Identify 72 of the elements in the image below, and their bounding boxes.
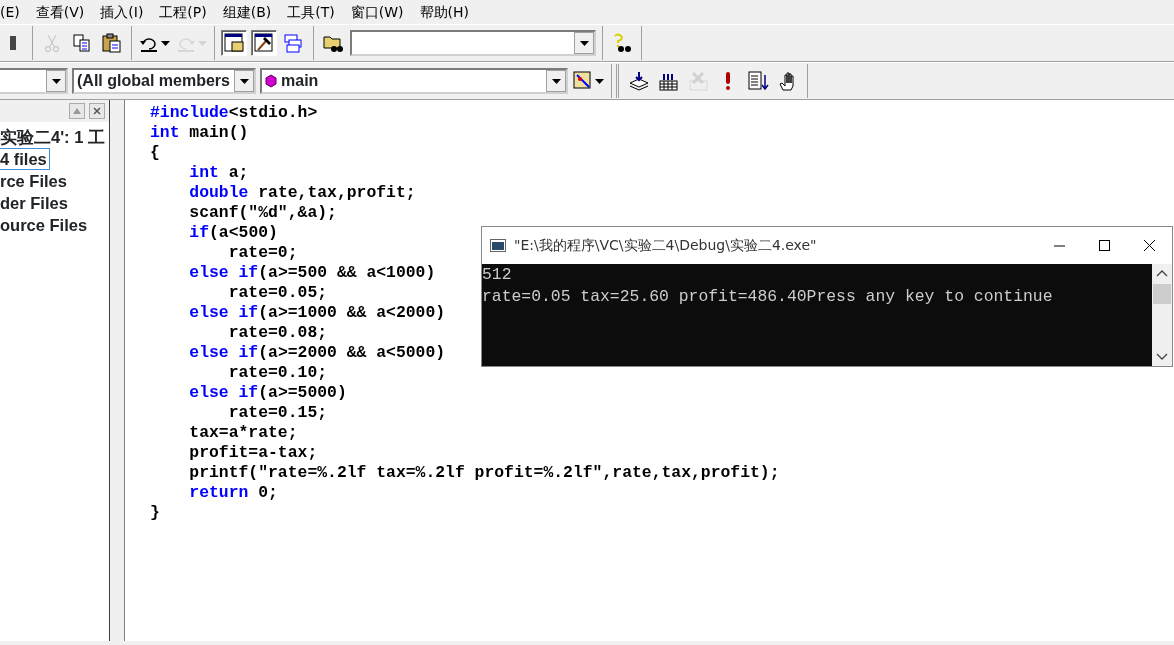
- code-line: else if(a>=1000 && a<2000): [188, 303, 446, 323]
- code-line: tax=a*rate;: [188, 423, 298, 443]
- code-line: return 0;: [188, 483, 278, 503]
- class-combo[interactable]: [0, 68, 68, 94]
- function-combo[interactable]: main: [260, 68, 568, 94]
- tree-item[interactable]: der Files: [0, 192, 71, 214]
- menu-item[interactable]: 组建(B): [214, 1, 280, 23]
- maximize-icon: [1099, 240, 1110, 251]
- console-text: 512: [482, 264, 513, 286]
- caret-icon: [579, 40, 589, 46]
- folder-binoculars-icon: [323, 33, 343, 53]
- code-line: else if(a>=500 && a<1000): [188, 263, 436, 283]
- menu-item[interactable]: 窗口(W): [342, 1, 412, 23]
- code-line: printf("rate=%.2lf tax=%.2lf profit=%.2lf",rate,tax,profit);: [188, 463, 780, 483]
- build-icon: [658, 71, 678, 91]
- code-line: double rate,tax,profit;: [188, 183, 416, 203]
- console-text: rate=0.05 tax=25.60 profit=486.40Press any key to continue: [482, 286, 1054, 308]
- code-line: int main(): [150, 123, 249, 143]
- window-icon: [224, 33, 244, 53]
- tree-item[interactable]: ource Files: [0, 214, 91, 236]
- caret-icon: [198, 40, 207, 46]
- code-line: int a;: [188, 163, 249, 183]
- caret-icon: [595, 78, 604, 84]
- code-line: rate=0.08;: [227, 323, 328, 343]
- window-title: "E:\我的程序\VC\实验二4\Debug\实验二4.exe": [514, 236, 818, 255]
- code-line: #include<stdio.h>: [150, 103, 318, 123]
- code-line: scanf("%d",&a);: [188, 203, 337, 223]
- toolbar-button[interactable]: [221, 30, 247, 56]
- code-line: rate=0;: [227, 243, 298, 263]
- scissors-icon: [42, 33, 62, 53]
- code-line: profit=a-tax;: [188, 443, 318, 463]
- stop-build-icon: [688, 71, 708, 91]
- tree-item[interactable]: rce Files: [0, 170, 70, 192]
- menu-item[interactable]: 工程(P): [151, 1, 215, 23]
- code-line: }: [150, 503, 160, 523]
- caret-icon: [161, 40, 170, 46]
- code-line: rate=0.10;: [227, 363, 328, 383]
- close-icon: [1144, 240, 1155, 251]
- paste-icon: [102, 33, 122, 53]
- members-combo[interactable]: (All global members: [72, 68, 256, 94]
- scrollbar[interactable]: [1152, 264, 1172, 366]
- code-line: if(a<500): [188, 223, 278, 243]
- exclamation-icon: [726, 72, 730, 90]
- scroll-thumb[interactable]: [1153, 284, 1171, 304]
- toolbar-button[interactable]: [251, 30, 277, 56]
- tree-item[interactable]: 4 files: [0, 148, 50, 170]
- code-line: else if(a>=2000 && a<5000): [188, 343, 446, 363]
- console-icon: [490, 237, 506, 254]
- code-line: rate=0.15;: [227, 403, 328, 423]
- windows-icon: [284, 33, 304, 53]
- menu-item[interactable]: (E): [0, 1, 28, 23]
- code-line: rate=0.05;: [227, 283, 328, 303]
- file-icon: [10, 36, 16, 50]
- caret-icon: [551, 78, 561, 84]
- caret-icon: [239, 78, 249, 84]
- step-list-icon: [748, 71, 768, 91]
- caret-icon: [51, 78, 61, 84]
- tree-item[interactable]: 实验二4': 1 工: [0, 126, 108, 148]
- compile-icon: [628, 71, 648, 91]
- menu-item[interactable]: 工具(T): [279, 1, 343, 23]
- help-binoculars-icon: [612, 33, 632, 53]
- menu-item[interactable]: 帮助(H): [411, 1, 477, 23]
- copy-icon: [72, 33, 92, 53]
- menu-item[interactable]: 查看(V): [27, 1, 93, 23]
- hammer-window-icon: [254, 33, 274, 53]
- code-line: {: [150, 143, 160, 163]
- magic-wand-icon: [573, 71, 593, 91]
- code-line: else if(a>=5000): [188, 383, 347, 403]
- close-icon: [89, 103, 105, 119]
- search-combo[interactable]: [350, 30, 596, 56]
- menu-item[interactable]: 插入(I): [92, 1, 152, 23]
- minimize-icon: [1054, 244, 1065, 247]
